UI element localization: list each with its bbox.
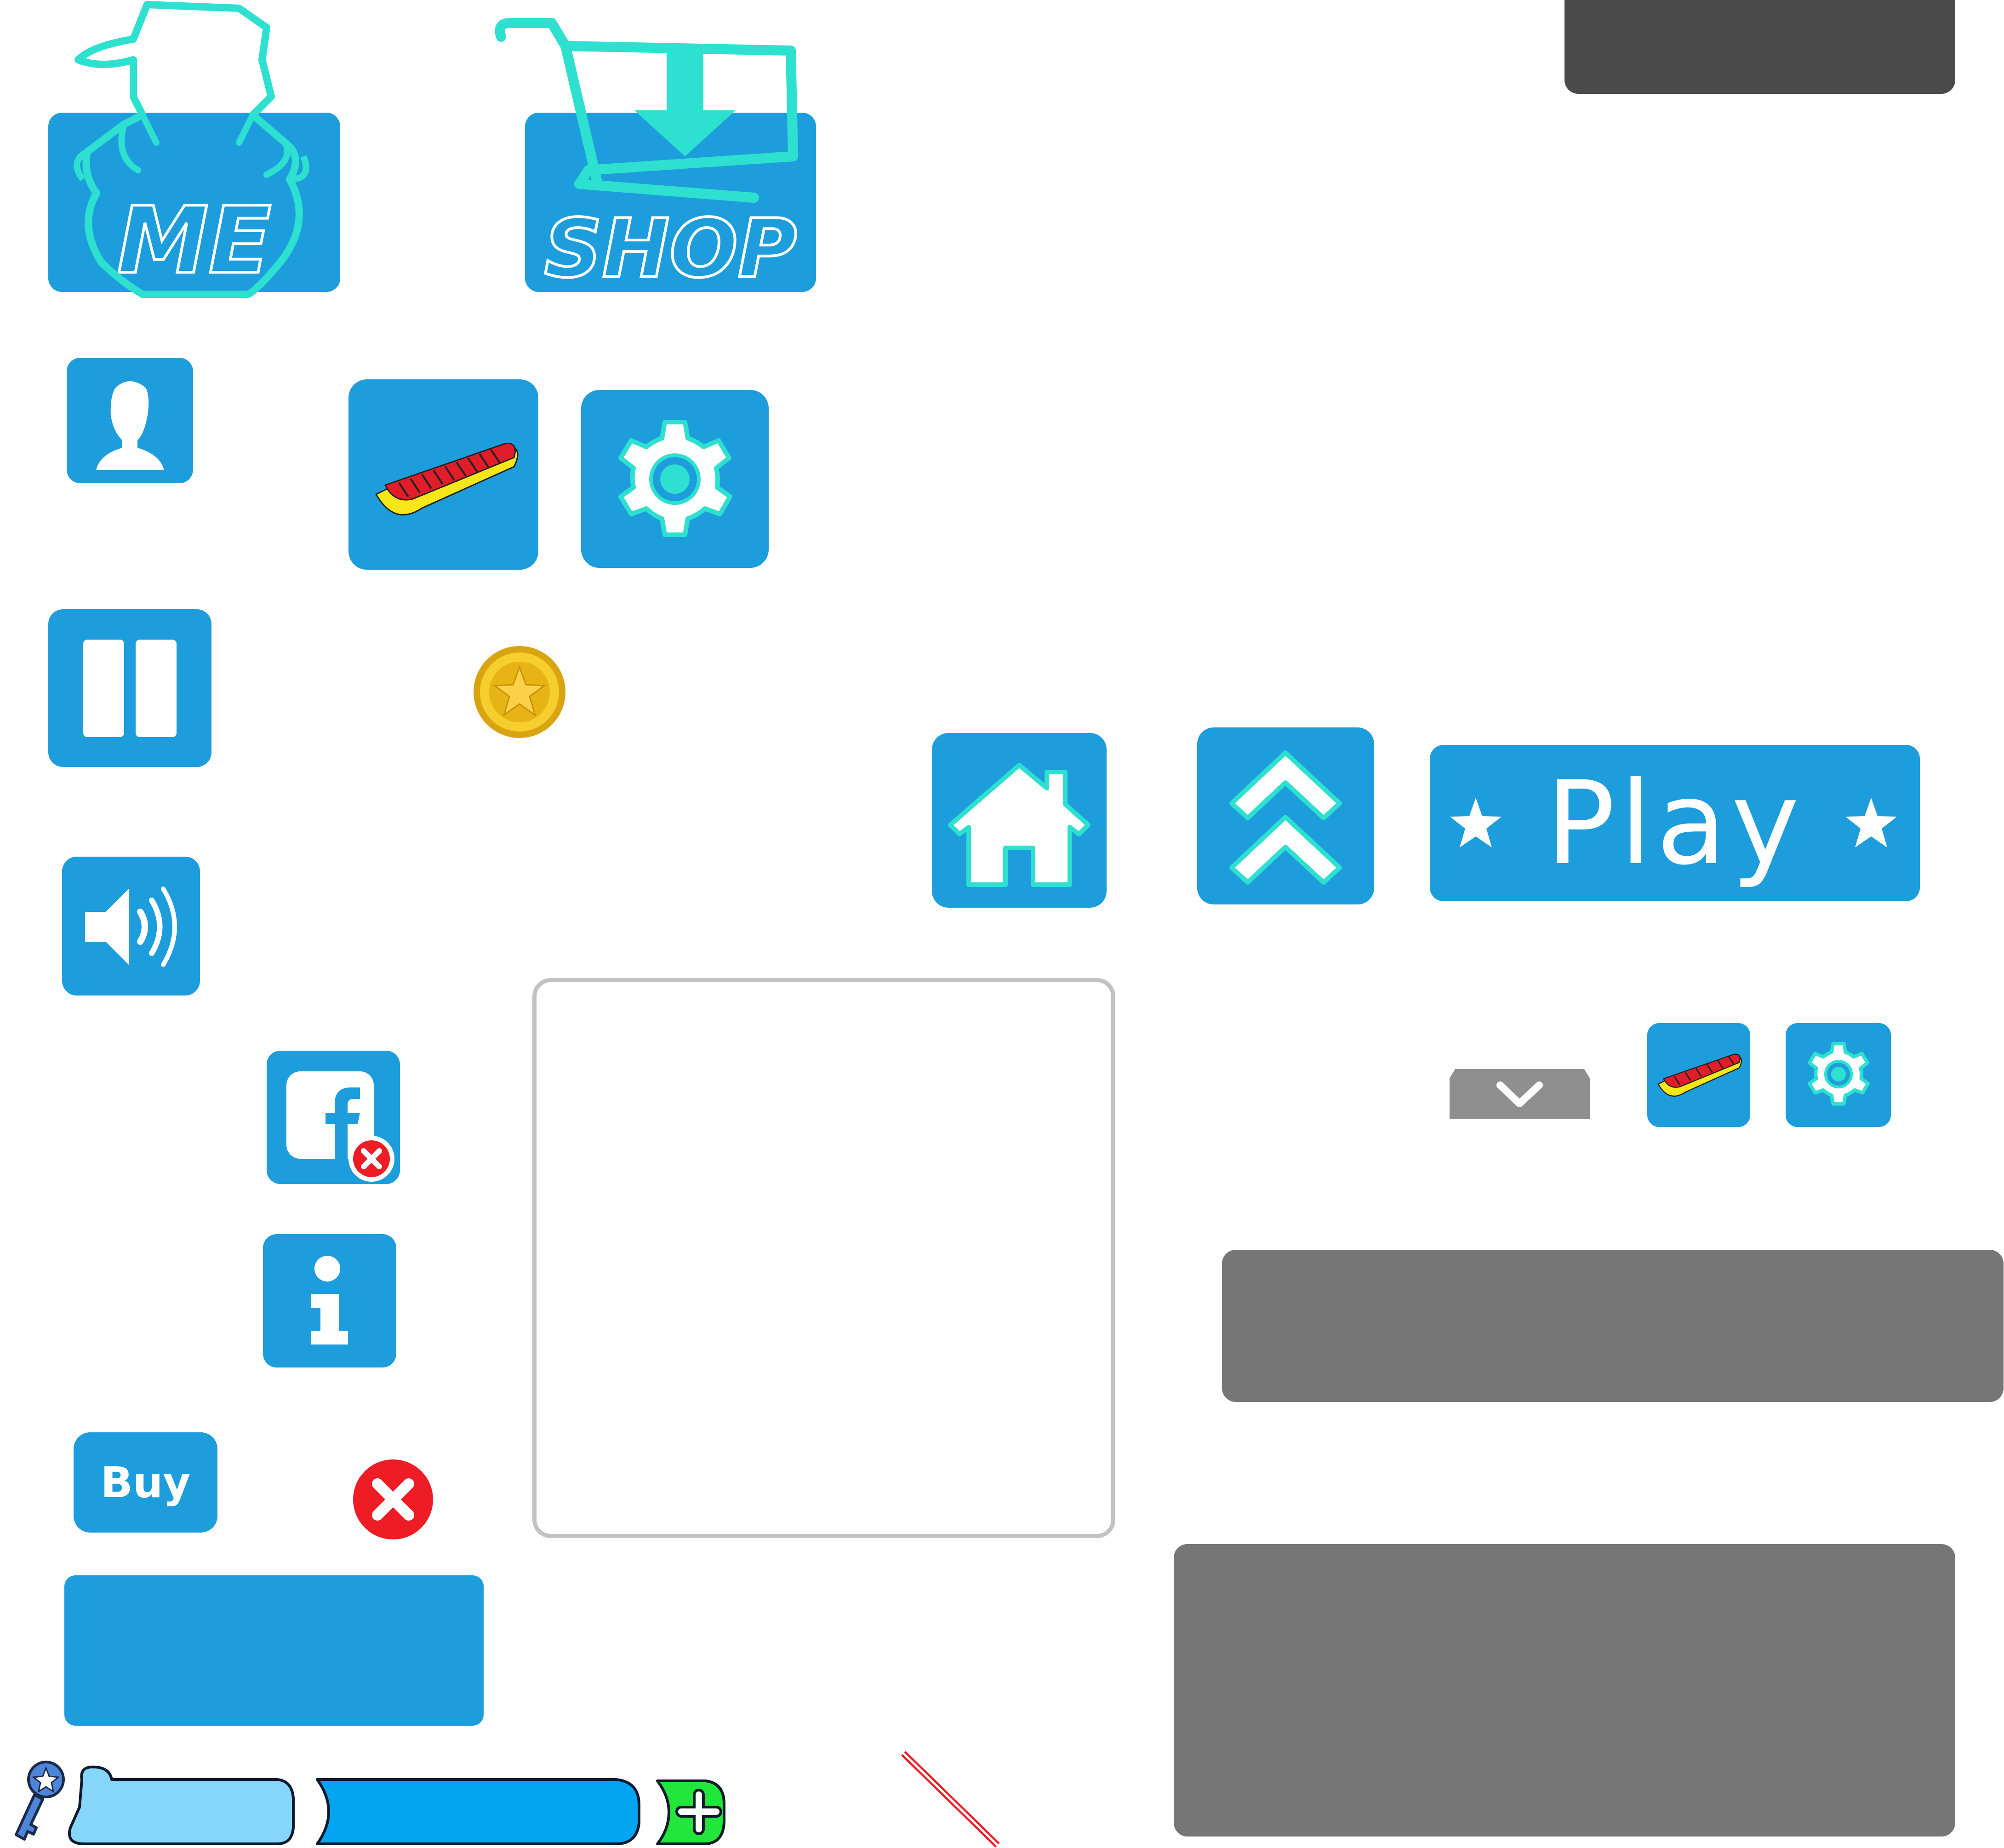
progress-bar: [316, 1778, 640, 1845]
dropdown-button[interactable]: [1450, 1069, 1590, 1119]
me-character-icon: [74, 1, 309, 298]
facebook-logout-icon: [286, 1071, 394, 1182]
empty-frame: [532, 978, 1115, 1538]
facebook-logout-button[interactable]: [267, 1051, 400, 1184]
pause-button[interactable]: [48, 609, 211, 767]
pause-icon: [80, 637, 179, 740]
double-chevron-up-icon: [1229, 750, 1342, 885]
close-icon[interactable]: [352, 1459, 434, 1540]
red-line: [901, 1751, 1000, 1848]
blue-panel: [64, 1575, 484, 1726]
key-icon: [15, 1761, 65, 1841]
chevron-down-icon: [1496, 1081, 1543, 1107]
buy-button[interactable]: Buy: [74, 1432, 217, 1533]
sound-icon: [85, 887, 177, 967]
gray-panel-wide: [1222, 1250, 2004, 1402]
settings-gear-icon: [618, 420, 732, 537]
buy-label: Buy: [100, 1458, 191, 1507]
scroll-up-button[interactable]: [1197, 727, 1374, 904]
skateboard-icon: [1657, 1053, 1742, 1097]
add-button[interactable]: [655, 1779, 729, 1847]
play-button[interactable]: Play: [1430, 745, 1920, 901]
settings-small-button[interactable]: [1786, 1023, 1891, 1127]
info-button[interactable]: [263, 1234, 396, 1367]
skateboard-icon: [375, 442, 519, 515]
gray-panel-large: [1174, 1544, 1955, 1837]
star-icon: [1845, 798, 1897, 847]
info-icon: [311, 1256, 348, 1345]
skateboard-small-button[interactable]: [1647, 1023, 1750, 1127]
skateboard-button[interactable]: [348, 379, 538, 570]
settings-button[interactable]: [581, 390, 769, 568]
profile-icon: [95, 380, 166, 471]
coin-star-icon: [474, 646, 565, 738]
home-icon: [948, 763, 1090, 887]
shop-cart-icon: [495, 18, 798, 203]
profile-button[interactable]: [67, 358, 193, 483]
home-button[interactable]: [932, 733, 1107, 908]
sound-button[interactable]: [62, 857, 200, 996]
key-counter-bar: [68, 1765, 295, 1845]
dark-panel: [1564, 0, 1955, 94]
settings-gear-icon: [1808, 1041, 1870, 1106]
